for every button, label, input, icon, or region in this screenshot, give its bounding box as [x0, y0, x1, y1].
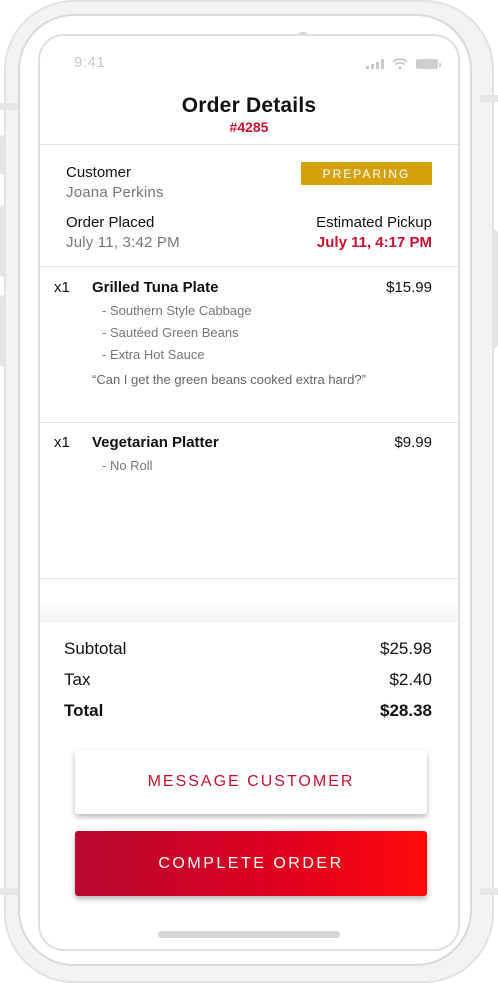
item-note: “Can I get the green beans cooked extra … [92, 372, 366, 387]
side-button-mute [0, 135, 6, 175]
scroll-shadow [40, 604, 458, 622]
item-modifier: - Sautéed Green Beans [102, 325, 239, 340]
order-number: #4285 [229, 119, 269, 135]
tax-value: $2.40 [389, 670, 432, 689]
order-totals: Subtotal $25.98 Tax $2.40 Total $28.38 [64, 639, 432, 732]
customer-name: Joana Perkins [66, 184, 164, 201]
side-button-volume-up [0, 205, 6, 277]
item-price: $9.99 [394, 434, 432, 451]
item-modifier: - Southern Style Cabbage [102, 303, 252, 318]
antenna-line-right-top [480, 95, 498, 102]
subtotal-row: Subtotal $25.98 [64, 639, 432, 659]
header: Order Details #4285 [40, 94, 458, 135]
message-customer-button[interactable]: MESSAGE CUSTOMER [75, 750, 427, 814]
item-divider [40, 422, 458, 423]
pickup-info: Estimated Pickup July 11, 4:17 PM [316, 214, 432, 251]
total-label: Total [64, 701, 104, 720]
order-item[interactable]: x1 Grilled Tuna Plate $15.99 - Southern … [54, 279, 432, 387]
page-title: Order Details [181, 94, 317, 117]
signal-icon [366, 59, 384, 69]
app-screen: 9:41 Order Details #4285 Customer Joana … [38, 34, 460, 951]
side-button-power [492, 230, 498, 348]
item-modifier: - No Roll [102, 458, 153, 473]
status-badge: PREPARING [301, 162, 432, 185]
antenna-line-left-bottom [0, 888, 18, 895]
battery-icon [416, 59, 441, 69]
order-item[interactable]: x1 Vegetarian Platter $9.99 - No Roll [54, 434, 432, 473]
pickup-label: Estimated Pickup [316, 214, 432, 231]
tax-label: Tax [64, 670, 91, 689]
item-modifier: - Extra Hot Sauce [102, 347, 205, 362]
items-end-divider [40, 578, 458, 579]
item-quantity: x1 [54, 434, 70, 451]
side-button-volume-down [0, 295, 6, 367]
antenna-line-left-top [0, 103, 18, 110]
status-icons [366, 58, 441, 70]
item-name: Grilled Tuna Plate [92, 279, 219, 296]
item-price: $15.99 [386, 279, 432, 296]
info-divider [40, 266, 458, 267]
total-row: Total $28.38 [64, 701, 432, 721]
tax-row: Tax $2.40 [64, 670, 432, 690]
subtotal-value: $25.98 [380, 639, 432, 658]
item-name: Vegetarian Platter [92, 434, 219, 451]
pickup-value: July 11, 4:17 PM [316, 234, 432, 251]
antenna-line-right-bottom [480, 888, 498, 895]
complete-order-button[interactable]: COMPLETE ORDER [75, 831, 427, 896]
header-divider [40, 144, 458, 145]
wifi-icon [392, 58, 408, 70]
subtotal-label: Subtotal [64, 639, 127, 658]
total-value: $28.38 [380, 701, 432, 720]
status-time: 9:41 [74, 54, 106, 71]
item-quantity: x1 [54, 279, 70, 296]
home-indicator[interactable] [158, 931, 340, 938]
